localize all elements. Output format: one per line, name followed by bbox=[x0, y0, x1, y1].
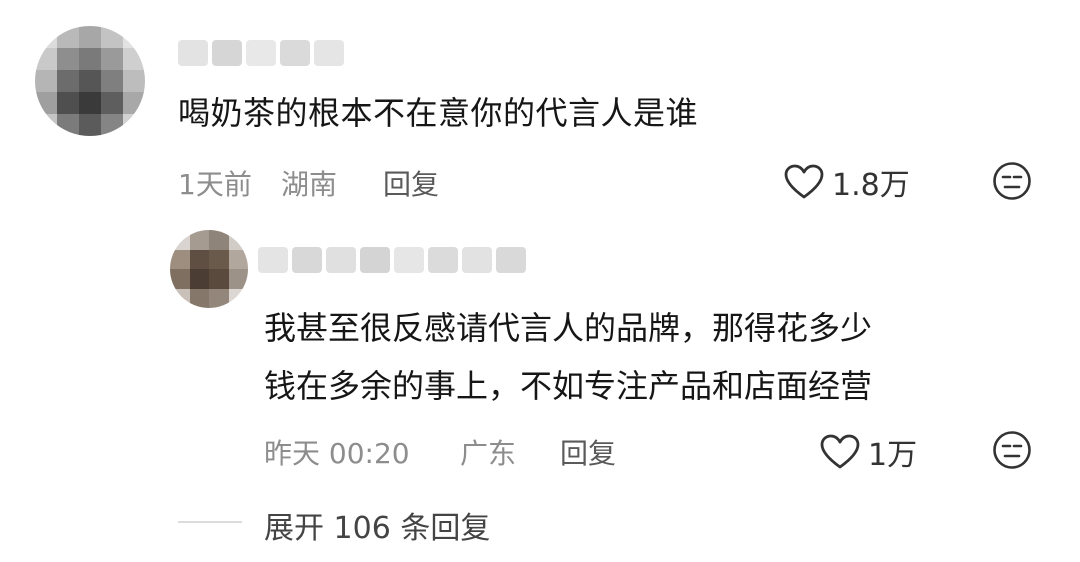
expand-replies-button[interactable]: 展开 106 条回复 bbox=[264, 503, 490, 547]
heart-outline-icon bbox=[820, 434, 860, 469]
heart-outline-icon bbox=[784, 164, 824, 199]
comment-time: 1天前 bbox=[178, 168, 252, 201]
reply-username-blurred[interactable] bbox=[258, 247, 526, 273]
reply-like-button[interactable]: 1万 bbox=[820, 430, 917, 474]
expand-divider bbox=[178, 521, 242, 523]
reply-avatar[interactable] bbox=[170, 230, 248, 308]
neutral-face-icon[interactable] bbox=[992, 161, 1032, 201]
like-count: 1.8万 bbox=[832, 168, 910, 203]
reply-text-line-1: 我甚至很反感请代言人的品牌，那得花多少 bbox=[264, 309, 873, 347]
comment-location: 湖南 bbox=[281, 168, 338, 201]
reply-like-count: 1万 bbox=[868, 438, 918, 473]
reply-reply-button[interactable]: 回复 bbox=[560, 432, 616, 472]
like-button[interactable]: 1.8万 bbox=[784, 160, 910, 204]
username-blurred[interactable] bbox=[178, 40, 344, 66]
avatar[interactable] bbox=[35, 26, 145, 136]
reply-text: 我甚至很反感请代言人的品牌，那得花多少 钱在多余的事上，不如专注产品和店面经营 bbox=[264, 299, 1024, 415]
comment-text: 喝奶茶的根本不在意你的代言人是谁 bbox=[178, 94, 699, 132]
neutral-face-icon[interactable] bbox=[992, 430, 1032, 470]
reply-location: 广东 bbox=[460, 437, 517, 470]
reply-time: 昨天 00:20 bbox=[264, 437, 410, 470]
reply-button[interactable]: 回复 bbox=[383, 163, 439, 203]
reply-text-line-2: 钱在多余的事上，不如专注产品和店面经营 bbox=[264, 367, 873, 405]
